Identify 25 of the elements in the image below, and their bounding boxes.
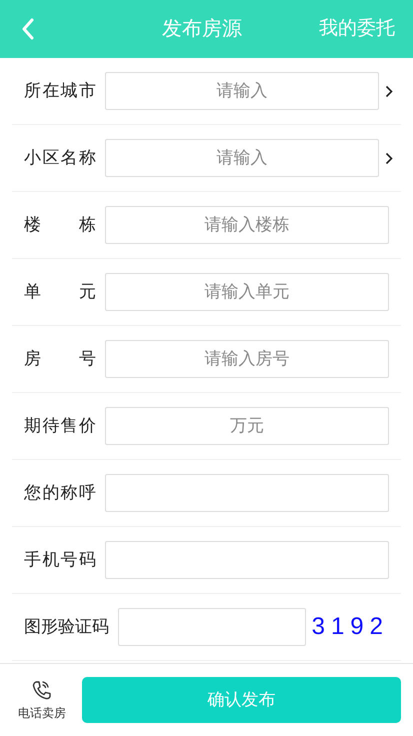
input-field[interactable]: 请输入单元 [105, 273, 389, 311]
input-field[interactable]: 万元 [105, 407, 389, 445]
back-icon [21, 18, 35, 40]
captcha-code[interactable]: 3192 [312, 609, 389, 645]
select-field[interactable]: 请输入 [105, 139, 379, 177]
input-field[interactable] [105, 541, 389, 579]
phone-sell-button[interactable]: 电话卖房 [12, 678, 72, 722]
chevron-right-icon [385, 84, 393, 98]
input-field[interactable]: 请输入楼栋 [105, 206, 389, 244]
input-field[interactable]: 请输入房号 [105, 340, 389, 378]
field-label: 您的称呼 [24, 482, 96, 504]
field-label: 单元 [24, 281, 96, 304]
field-label: 所在城市 [24, 80, 96, 102]
phone-icon [31, 678, 53, 700]
field-label: 楼栋 [24, 214, 96, 236]
field-label: 期待售价 [24, 415, 96, 438]
chevron-right-icon [385, 152, 393, 164]
page-title: 发布房源 [162, 17, 242, 42]
field-label: 图形验证码 [24, 616, 109, 638]
input-field[interactable] [105, 474, 389, 512]
field-label: 房号 [24, 348, 96, 370]
field-label: 手机号码 [24, 549, 96, 572]
field-label: 小区名称 [24, 147, 96, 170]
select-field[interactable]: 请输入 [105, 72, 379, 110]
captcha-input[interactable] [118, 608, 306, 646]
